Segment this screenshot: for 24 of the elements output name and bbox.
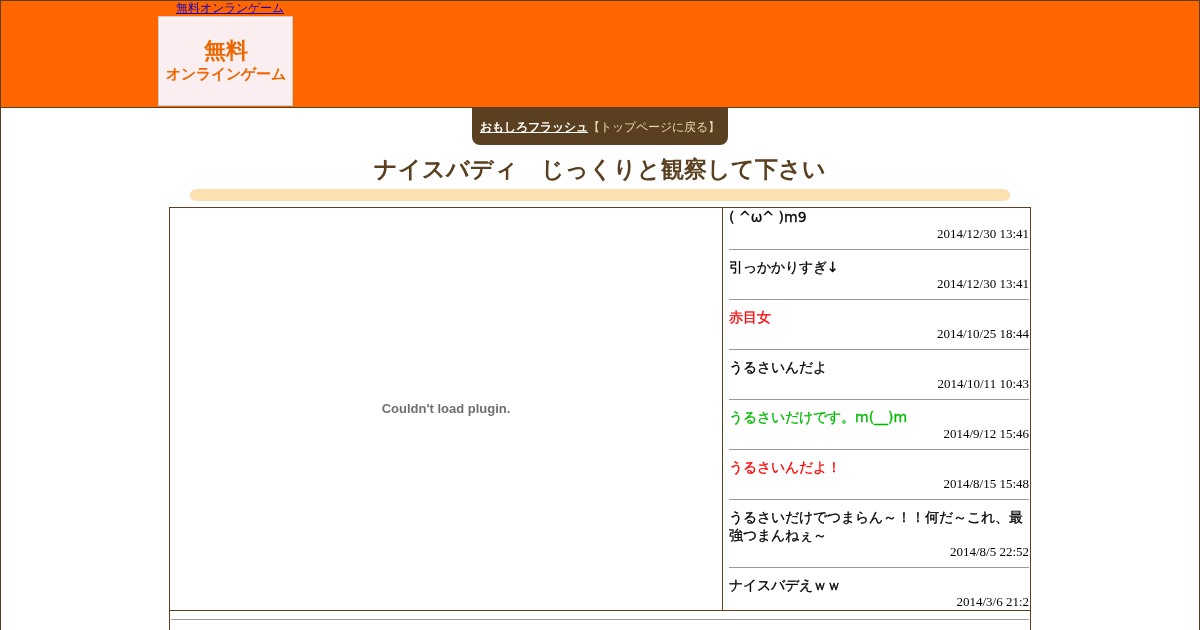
site-link[interactable]: 無料オンランゲーム — [176, 1, 284, 15]
comment-text: ナイスバデえｗｗ — [729, 576, 841, 593]
comment-date: 2014/8/5 22:52 — [949, 543, 1029, 559]
site-logo[interactable]: 無料 オンラインゲーム — [158, 16, 293, 106]
comment-text: 引っかかりすぎ↓ — [729, 258, 839, 275]
comment-date: 2014/12/30 13:41 — [936, 275, 1029, 291]
comment-date: 2014/9/12 15:46 — [943, 425, 1029, 441]
comment-text: うるさいんだよ！ — [729, 458, 841, 475]
comment-date: 2014/8/15 15:48 — [943, 475, 1029, 491]
page-title: ナイスバディ じっくりと観察して下さい — [374, 155, 826, 185]
logo-subtext: オンラインゲーム — [165, 64, 286, 84]
comment-text: 赤目女 — [729, 308, 771, 325]
comment-date: 2014/12/30 13:41 — [936, 225, 1029, 241]
comment-date: 2014/10/25 18:44 — [936, 325, 1029, 341]
comment-text: うるさいだけです。m(__)m — [729, 408, 908, 425]
plugin-message: Couldn't load plugin. — [381, 399, 511, 418]
nav-text: 【トップページに戻る】 — [588, 118, 720, 136]
comment-text: ( ^ω^ )m9 — [729, 208, 807, 225]
logo-text: 無料 — [203, 38, 248, 64]
comment-text: うるさいだけでつまらん～！！何だ～これ、最強つまんねぇ～ — [729, 508, 1023, 543]
comment-date: 2014/3/6 21:2 — [956, 593, 1029, 609]
nav-link[interactable]: おもしろフラッシュ — [480, 117, 588, 136]
comment-date: 2014/10/11 10:43 — [937, 375, 1029, 391]
comment-text: うるさいんだよ — [729, 358, 827, 375]
